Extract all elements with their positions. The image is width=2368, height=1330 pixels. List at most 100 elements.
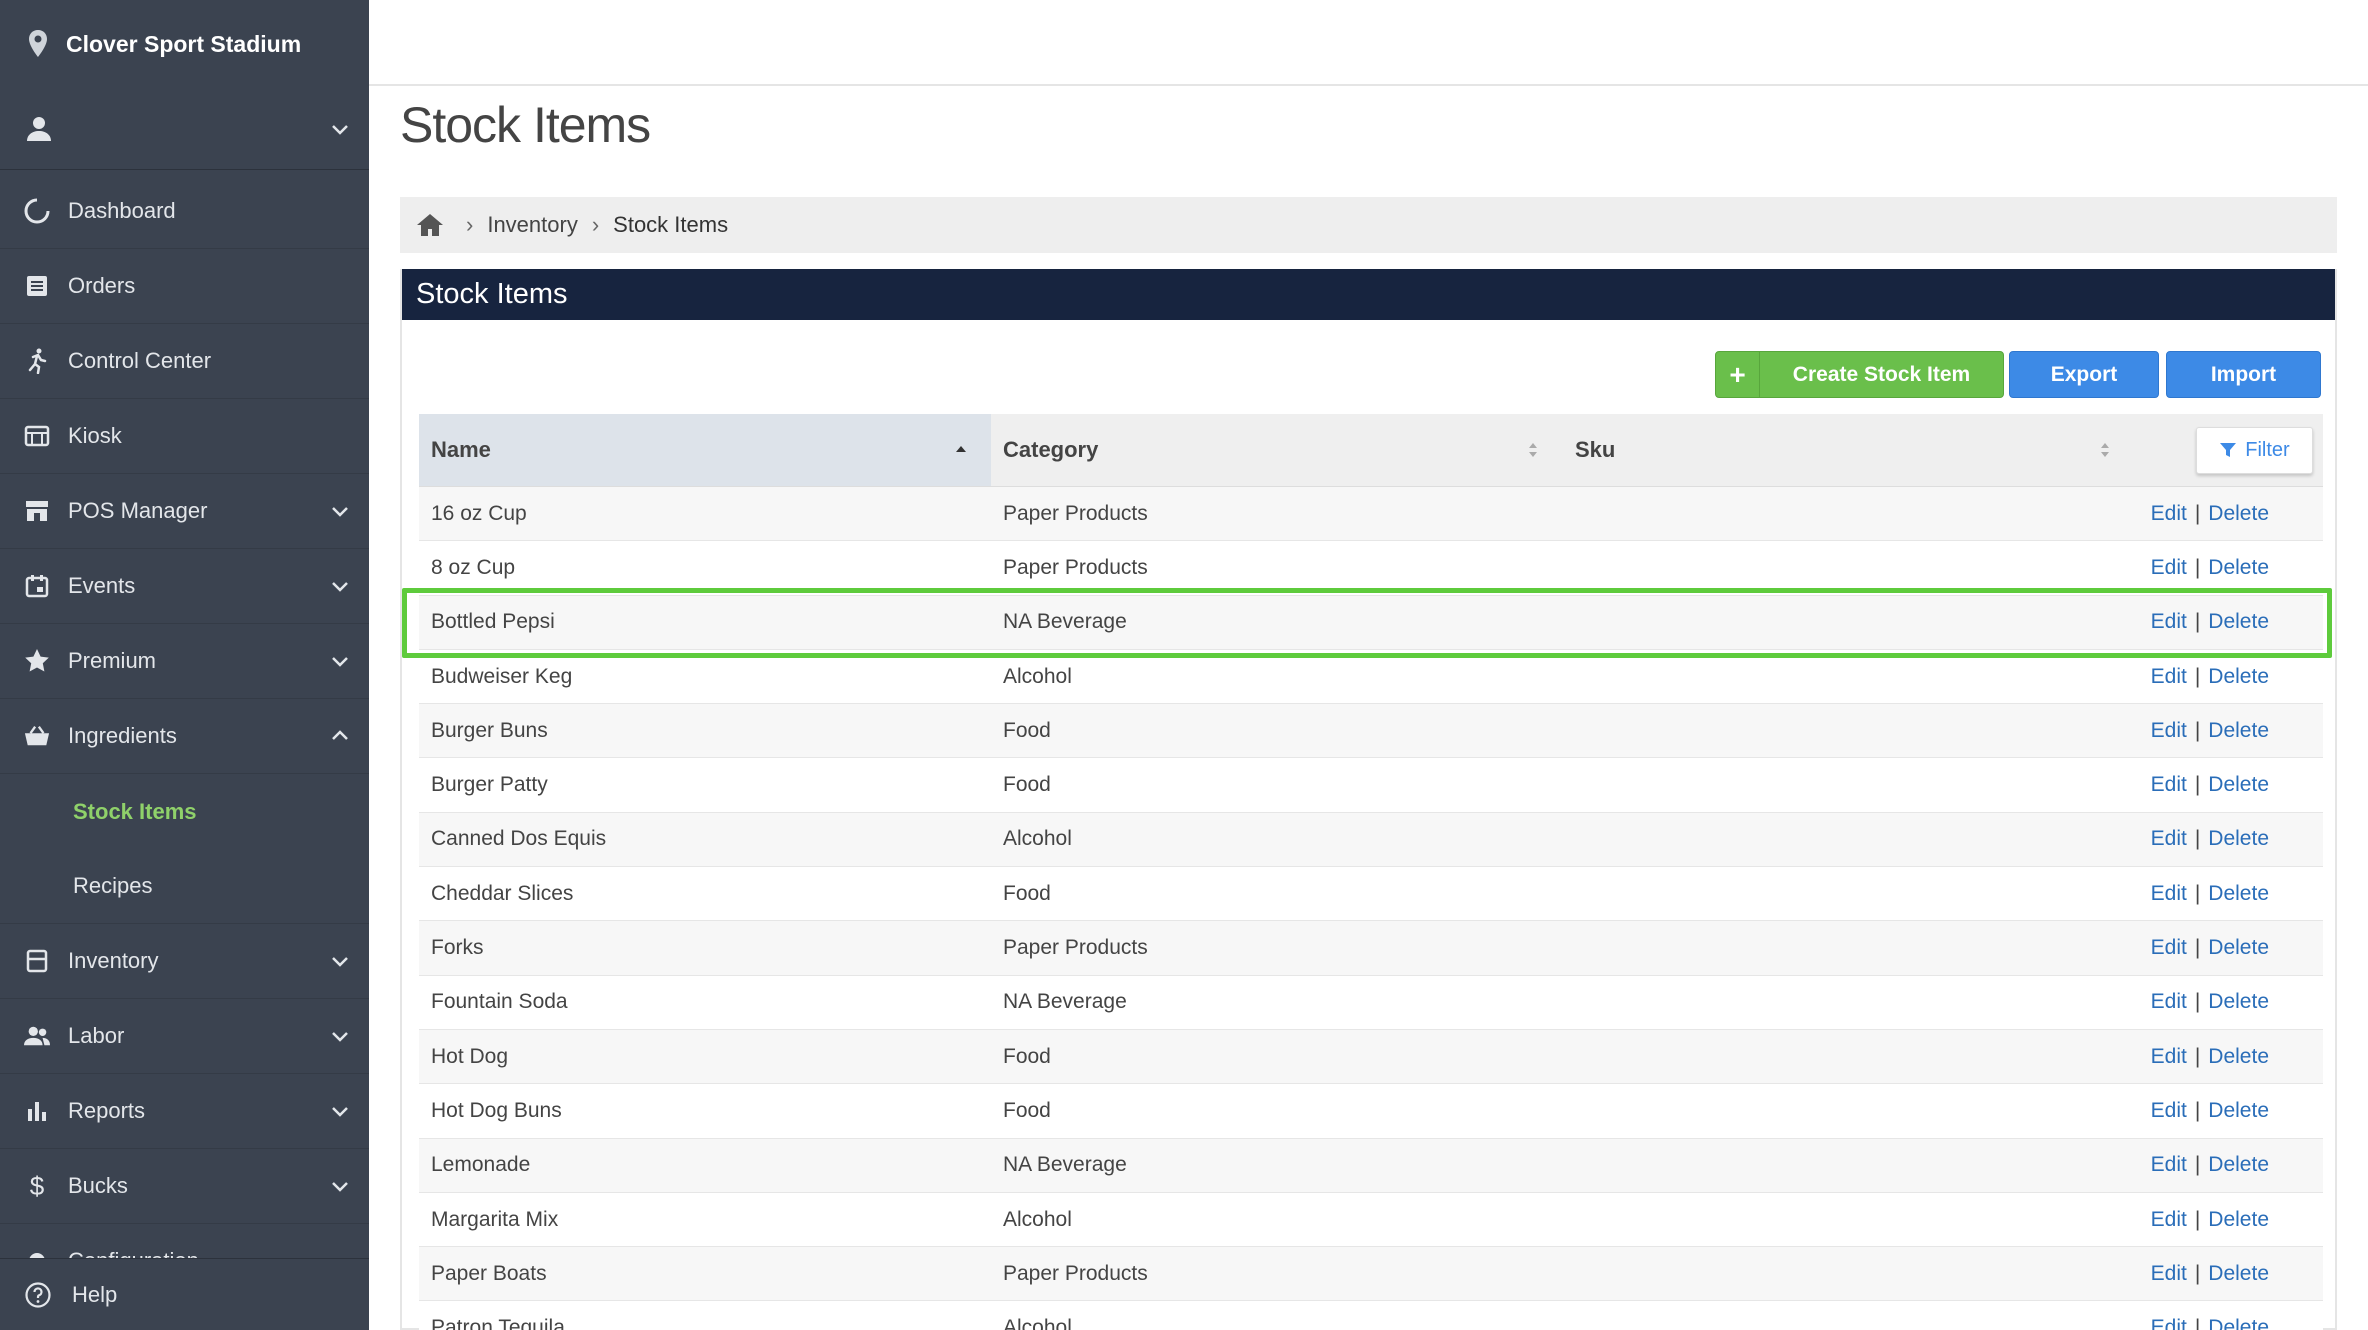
cell-actions: Edit | Delete xyxy=(2135,773,2323,797)
sidebar-item-bucks[interactable]: $ Bucks xyxy=(0,1149,369,1224)
venue-name: Clover Sport Stadium xyxy=(66,30,302,57)
delete-link[interactable]: Delete xyxy=(2208,1099,2269,1123)
cell-name: Burger Buns xyxy=(431,718,548,742)
cell-actions: Edit | Delete xyxy=(2135,1208,2323,1232)
edit-link[interactable]: Edit xyxy=(2151,773,2187,797)
delete-link[interactable]: Delete xyxy=(2208,665,2269,689)
sidebar-item-inventory[interactable]: Inventory xyxy=(0,924,369,999)
location-pin-icon xyxy=(29,30,47,57)
sidebar-item-label: Premium xyxy=(68,648,157,673)
inventory-icon xyxy=(26,949,48,973)
edit-link[interactable]: Edit xyxy=(2151,719,2187,743)
user-menu[interactable] xyxy=(0,88,369,170)
dollar-icon: $ xyxy=(29,1170,45,1201)
edit-link[interactable]: Edit xyxy=(2151,827,2187,851)
column-header-name[interactable]: Name xyxy=(419,414,991,486)
edit-link[interactable]: Edit xyxy=(2151,990,2187,1014)
sidebar-item-label: Kiosk xyxy=(68,423,122,448)
sidebar-item-control-center[interactable]: Control Center xyxy=(0,324,369,399)
sidebar-item-dashboard[interactable]: Dashboard xyxy=(0,174,369,249)
cell-name: Burger Patty xyxy=(431,773,548,797)
delete-link[interactable]: Delete xyxy=(2208,990,2269,1014)
cell-category: Alcohol xyxy=(1003,1207,1072,1231)
action-separator: | xyxy=(2194,1098,2201,1122)
sidebar-item-label: Inventory xyxy=(68,948,159,973)
delete-link[interactable]: Delete xyxy=(2208,1045,2269,1069)
delete-link[interactable]: Delete xyxy=(2208,1153,2269,1177)
chevron-up-icon xyxy=(332,730,348,740)
filter-button[interactable]: Filter xyxy=(2196,426,2313,474)
delete-link[interactable]: Delete xyxy=(2208,610,2269,634)
cell-name: Canned Dos Equis xyxy=(431,827,607,851)
help-link[interactable]: Help xyxy=(0,1258,369,1330)
sidebar-item-ingredients[interactable]: Ingredients xyxy=(0,699,369,774)
action-separator: | xyxy=(2194,773,2201,797)
edit-link[interactable]: Edit xyxy=(2151,936,2187,960)
column-header-sku[interactable]: Sku xyxy=(1563,414,2135,486)
cell-category: Paper Products xyxy=(1003,936,1148,960)
venue-header[interactable]: Clover Sport Stadium xyxy=(0,0,369,88)
edit-link[interactable]: Edit xyxy=(2151,1099,2187,1123)
delete-link[interactable]: Delete xyxy=(2208,1262,2269,1286)
table-row: 16 oz Cup Paper Products Edit | Delete xyxy=(419,487,2323,542)
sidebar-item-premium[interactable]: Premium xyxy=(0,624,369,699)
export-button[interactable]: Export xyxy=(2009,351,2159,398)
delete-link[interactable]: Delete xyxy=(2208,936,2269,960)
action-separator: | xyxy=(2194,827,2201,851)
action-separator: | xyxy=(2194,1207,2201,1231)
column-header-category[interactable]: Category xyxy=(991,414,1563,486)
sidebar-item-label: Labor xyxy=(68,1023,125,1048)
action-separator: | xyxy=(2194,1153,2201,1177)
delete-link[interactable]: Delete xyxy=(2208,827,2269,851)
edit-link[interactable]: Edit xyxy=(2151,610,2187,634)
sidebar-subitem-stock-items[interactable]: Stock Items xyxy=(0,774,369,849)
sidebar-item-kiosk[interactable]: Kiosk xyxy=(0,399,369,474)
cell-name: Patron Tequila xyxy=(431,1316,565,1330)
sidebar-item-reports[interactable]: Reports xyxy=(0,1074,369,1149)
create-stock-item-button[interactable]: + Create Stock Item xyxy=(1715,351,2004,398)
sort-icon xyxy=(1529,443,1537,457)
delete-link[interactable]: Delete xyxy=(2208,719,2269,743)
sidebar-subitem-recipes[interactable]: Recipes xyxy=(0,849,369,924)
edit-link[interactable]: Edit xyxy=(2151,1153,2187,1177)
table-row: Lemonade NA Beverage Edit | Delete xyxy=(419,1138,2323,1193)
action-separator: | xyxy=(2194,936,2201,960)
sidebar-item-labor[interactable]: Labor xyxy=(0,999,369,1074)
stock-items-table: Name Category Sku Filter 16 oz Cup Paper … xyxy=(419,414,2323,1330)
sidebar-item-orders[interactable]: Orders xyxy=(0,249,369,324)
cell-category: Alcohol xyxy=(1003,827,1072,851)
edit-link[interactable]: Edit xyxy=(2151,502,2187,526)
home-icon[interactable] xyxy=(416,212,444,238)
delete-link[interactable]: Delete xyxy=(2208,556,2269,580)
sidebar-item-events[interactable]: Events xyxy=(0,549,369,624)
edit-link[interactable]: Edit xyxy=(2151,1316,2187,1330)
sort-ascending-icon xyxy=(956,446,966,452)
cell-category: NA Beverage xyxy=(1003,990,1127,1014)
delete-link[interactable]: Delete xyxy=(2208,1208,2269,1232)
chevron-down-icon xyxy=(332,1032,348,1042)
cell-name: Hot Dog Buns xyxy=(431,1098,562,1122)
cell-category: Paper Products xyxy=(1003,555,1148,579)
star-icon xyxy=(25,649,49,672)
action-separator: | xyxy=(2194,990,2201,1014)
delete-link[interactable]: Delete xyxy=(2208,1316,2269,1330)
edit-link[interactable]: Edit xyxy=(2151,882,2187,906)
sidebar-item-label: Orders xyxy=(68,273,136,298)
sidebar-item-pos-manager[interactable]: POS Manager xyxy=(0,474,369,549)
edit-link[interactable]: Edit xyxy=(2151,1262,2187,1286)
delete-link[interactable]: Delete xyxy=(2208,502,2269,526)
chevron-down-icon xyxy=(332,1182,348,1192)
sidebar: Clover Sport Stadium Dashboard Orders Co… xyxy=(0,0,369,1330)
action-separator: | xyxy=(2194,881,2201,905)
kiosk-icon xyxy=(24,425,50,447)
plus-icon: + xyxy=(1716,352,1760,397)
edit-link[interactable]: Edit xyxy=(2151,1045,2187,1069)
edit-link[interactable]: Edit xyxy=(2151,665,2187,689)
breadcrumb-item-inventory[interactable]: Inventory xyxy=(487,212,578,238)
edit-link[interactable]: Edit xyxy=(2151,1208,2187,1232)
delete-link[interactable]: Delete xyxy=(2208,882,2269,906)
delete-link[interactable]: Delete xyxy=(2208,773,2269,797)
edit-link[interactable]: Edit xyxy=(2151,556,2187,580)
sidebar-nav: Dashboard Orders Control Center Kiosk PO… xyxy=(0,170,369,1299)
import-button[interactable]: Import xyxy=(2166,351,2321,398)
